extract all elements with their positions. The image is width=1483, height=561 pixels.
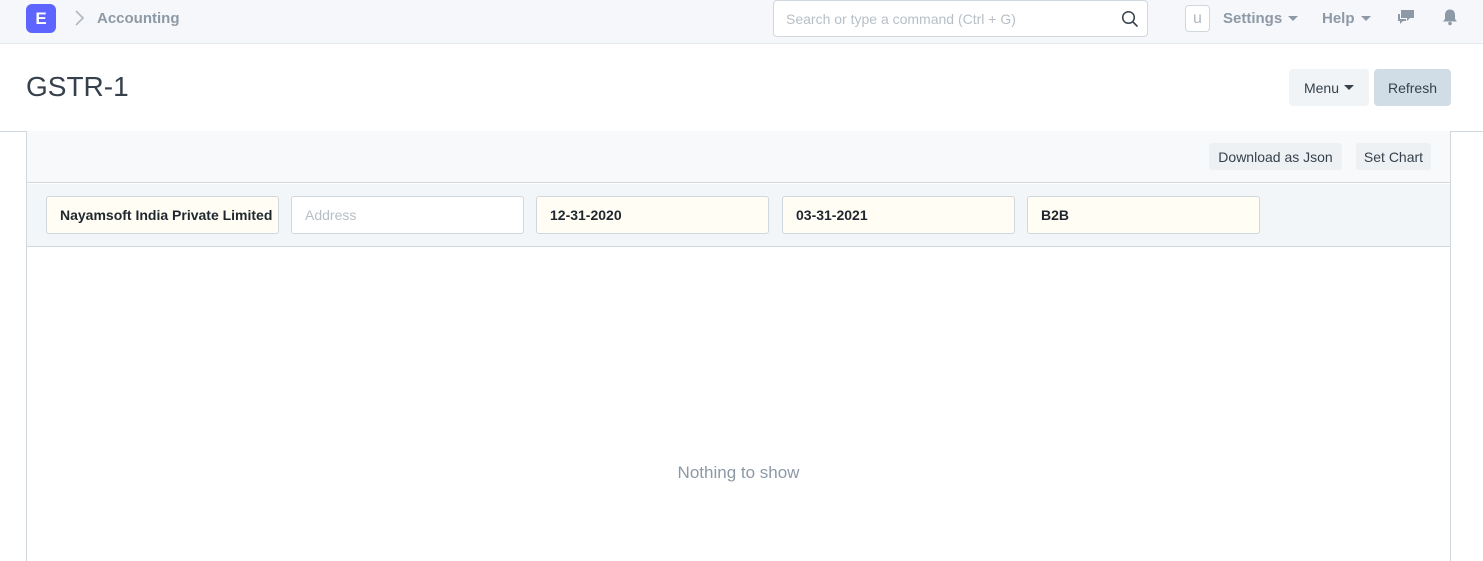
- to-date-field[interactable]: 03-31-2021: [782, 196, 1015, 234]
- report-card: Download as Json Set Chart Nayamsoft Ind…: [26, 131, 1451, 561]
- from-date-field[interactable]: 12-31-2020: [536, 196, 769, 234]
- caret-down-icon: [1288, 16, 1299, 21]
- breadcrumb-accounting[interactable]: Accounting: [97, 10, 180, 27]
- menu-label: Menu: [1303, 79, 1340, 96]
- download-json-button[interactable]: Download as Json: [1209, 143, 1342, 170]
- caret-down-icon: [1360, 16, 1371, 21]
- search-input[interactable]: Search or type a command (Ctrl + G): [786, 11, 1016, 27]
- refresh-button[interactable]: Refresh: [1374, 69, 1451, 106]
- notification-bell-icon[interactable]: [1440, 8, 1460, 26]
- address-field[interactable]: Address: [291, 196, 524, 234]
- search-bar[interactable]: Search or type a command (Ctrl + G): [773, 0, 1148, 37]
- app-logo[interactable]: E: [26, 4, 56, 33]
- empty-state-message: Nothing to show: [677, 463, 800, 482]
- user-avatar[interactable]: u: [1185, 5, 1210, 32]
- caret-down-icon: [1344, 85, 1355, 90]
- type-of-business-field[interactable]: B2B: [1027, 196, 1260, 234]
- search-icon[interactable]: [1121, 10, 1139, 28]
- set-chart-button[interactable]: Set Chart: [1356, 143, 1431, 170]
- help-dropdown[interactable]: Help: [1322, 10, 1371, 27]
- navbar: E Accounting Search or type a command (C…: [0, 0, 1483, 44]
- settings-label: Settings: [1223, 10, 1283, 27]
- chat-icon[interactable]: [1396, 8, 1416, 26]
- help-label: Help: [1322, 10, 1355, 27]
- report-toolbar: Download as Json Set Chart: [27, 131, 1450, 183]
- company-field[interactable]: Nayamsoft India Private Limited: [46, 196, 279, 234]
- chevron-right-icon: [75, 10, 85, 26]
- filter-bar: Nayamsoft India Private Limited Address …: [27, 184, 1450, 247]
- settings-dropdown[interactable]: Settings: [1223, 10, 1299, 27]
- menu-button[interactable]: Menu: [1289, 69, 1369, 106]
- page-title: GSTR-1: [26, 71, 129, 102]
